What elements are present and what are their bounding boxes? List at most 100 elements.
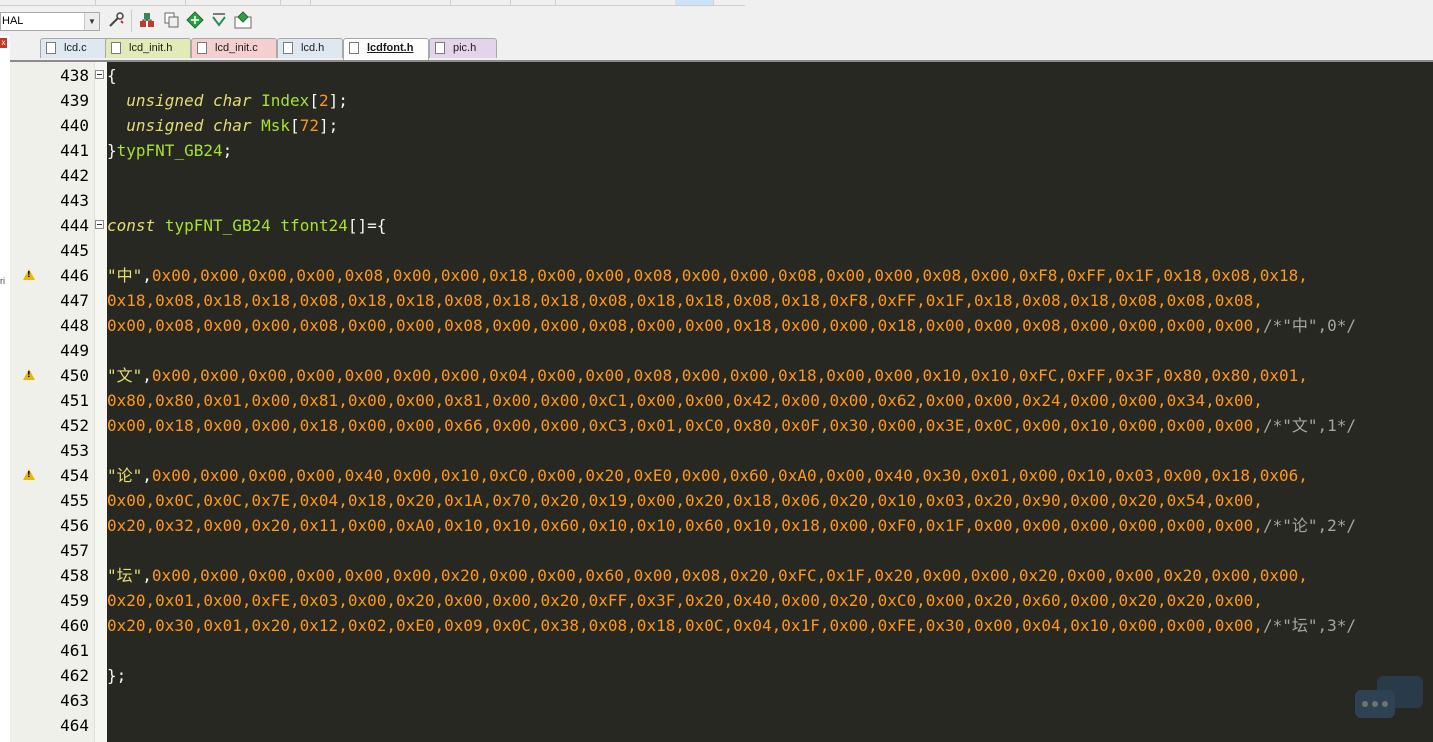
code-token: tfont24 (280, 216, 348, 235)
code-line[interactable]: 454 "论",0x00,0x00,0x00,0x00,0x40,0x00,0x1… (10, 463, 1433, 488)
tab-lcd-init-h[interactable]: lcd_init.h (105, 38, 191, 58)
code-line[interactable]: 453 (10, 438, 1433, 463)
fold-toggle-icon[interactable] (95, 70, 104, 79)
line-number: 439 (60, 91, 89, 110)
line-number: 447 (60, 291, 89, 310)
code-line[interactable]: 449 (10, 338, 1433, 363)
tab-lcd-init-c[interactable]: lcd_init.c (191, 38, 277, 58)
code-line[interactable]: 458 "坛",0x00,0x00,0x00,0x00,0x00,0x00,0x2… (10, 563, 1433, 588)
code-text: }; (107, 663, 126, 688)
fold-toggle-icon[interactable] (95, 220, 104, 229)
code-line[interactable]: 447 0x18,0x08,0x18,0x18,0x08,0x18,0x18,0x… (10, 288, 1433, 313)
code-line[interactable]: 463 (10, 688, 1433, 713)
tab-label: lcdfont.h (367, 42, 414, 54)
target-select[interactable]: HAL ▼ (0, 12, 100, 31)
code-line[interactable]: 448 0x00,0x08,0x00,0x00,0x08,0x00,0x00,0x… (10, 313, 1433, 338)
code-text: "中",0x00,0x00,0x00,0x00,0x08,0x00,0x00,0… (107, 263, 1308, 288)
code-text: unsigned char Msk[72]; (107, 113, 338, 138)
code-token: 0x00,0x00,0x00,0x00,0x08,0x00,0x00,0x18,… (151, 266, 1308, 285)
line-number: 445 (60, 241, 89, 260)
code-token: 0x18,0x08,0x18,0x18,0x08,0x18,0x18,0x08,… (107, 291, 1263, 310)
wrench-icon[interactable] (107, 11, 125, 29)
code-line[interactable]: 442 (10, 163, 1433, 188)
code-line[interactable]: 444 const typFNT_GB24 tfont24[]={ (10, 213, 1433, 238)
tab-lcd-h[interactable]: lcd.h (277, 38, 343, 58)
code-token: "文" (107, 366, 143, 385)
code-token: "论" (107, 466, 143, 485)
code-line[interactable]: 457 (10, 538, 1433, 563)
target-select-value: HAL (2, 15, 24, 27)
code-line[interactable]: 461 (10, 638, 1433, 663)
code-token: [ (309, 91, 319, 110)
code-line[interactable]: 459 0x20,0x01,0x00,0xFE,0x03,0x00,0x20,0x… (10, 588, 1433, 613)
code-line[interactable]: 452 0x00,0x18,0x00,0x00,0x18,0x00,0x00,0x… (10, 413, 1433, 438)
code-line[interactable]: 464 (10, 713, 1433, 738)
code-text: { (107, 63, 117, 88)
code-line[interactable]: 462}; (10, 663, 1433, 688)
line-number: 451 (60, 391, 89, 410)
code-line[interactable]: 451 0x80,0x80,0x01,0x00,0x81,0x00,0x00,0x… (10, 388, 1433, 413)
toolbar-separator (131, 10, 132, 32)
code-line[interactable]: 440 unsigned char Msk[72]; (10, 113, 1433, 138)
code-text: "文",0x00,0x00,0x00,0x00,0x00,0x00,0x00,0… (107, 363, 1308, 388)
line-number: 448 (60, 316, 89, 335)
code-token: unsigned char (126, 116, 252, 135)
code-token: "中" (107, 266, 143, 285)
line-number: 460 (60, 616, 89, 635)
manage-components-icon[interactable] (234, 11, 252, 29)
line-number: 461 (60, 641, 89, 660)
code-token: ]; (318, 116, 339, 135)
code-line[interactable]: 455 0x00,0x0C,0x0C,0x7E,0x04,0x18,0x20,0x… (10, 488, 1433, 513)
line-number: 443 (60, 191, 89, 210)
line-number: 453 (60, 441, 89, 460)
copy-icon[interactable] (162, 11, 180, 29)
code-text: "坛",0x00,0x00,0x00,0x00,0x00,0x00,0x20,0… (107, 563, 1308, 588)
code-text: unsigned char Index[2]; (107, 88, 348, 113)
file-icon (435, 42, 445, 54)
line-number: 449 (60, 341, 89, 360)
code-token: 0x20,0x32,0x00,0x20,0x11,0x00,0xA0,0x10,… (107, 516, 1263, 535)
close-icon[interactable]: x (0, 38, 7, 48)
tab-lcdfont-h[interactable]: lcdfont.h (343, 38, 429, 60)
tab-label: lcd_init.h (129, 42, 173, 54)
code-token: ]; (328, 91, 348, 110)
code-line[interactable]: 443 (10, 188, 1433, 213)
tab-pic-h[interactable]: pic.h (429, 38, 497, 58)
code-editor[interactable]: 438{439 unsigned char Index[2]; 440 unsig… (10, 62, 1433, 742)
code-line[interactable]: 450 "文",0x00,0x00,0x00,0x00,0x00,0x00,0x0… (10, 363, 1433, 388)
code-line[interactable]: 456 0x20,0x32,0x00,0x20,0x11,0x00,0xA0,0x… (10, 513, 1433, 538)
code-text: 0x00,0x0C,0x0C,0x7E,0x04,0x18,0x20,0x1A,… (107, 488, 1263, 513)
code-token: ; (222, 141, 233, 160)
line-number: 458 (60, 566, 89, 585)
code-line[interactable]: 445 (10, 238, 1433, 263)
line-number: 450 (60, 366, 89, 385)
code-text: 0x20,0x01,0x00,0xFE,0x03,0x00,0x20,0x00,… (107, 588, 1263, 613)
code-token: /*"坛",3*/ (1262, 616, 1357, 635)
top-toolbar-strip (0, 0, 745, 6)
file-icon (349, 42, 359, 54)
code-line[interactable]: 441}typFNT_GB24; (10, 138, 1433, 163)
code-token: }; (107, 666, 127, 685)
code-line[interactable]: 446 "中",0x00,0x00,0x00,0x00,0x08,0x00,0x0… (10, 263, 1433, 288)
code-line[interactable]: 439 unsigned char Index[2]; (10, 88, 1433, 113)
arrow-icon[interactable] (210, 11, 228, 29)
diamond-icon[interactable] (186, 11, 204, 29)
file-icon (111, 42, 121, 54)
project-pane-fragment: ri (0, 276, 5, 286)
code-text: "论",0x00,0x00,0x00,0x00,0x40,0x00,0x10,0… (107, 463, 1308, 488)
code-token: 0x20,0x30,0x01,0x20,0x12,0x02,0xE0,0x09,… (107, 616, 1263, 635)
code-text: 0x18,0x08,0x18,0x18,0x08,0x18,0x18,0x08,… (107, 288, 1263, 313)
manage-run-icon[interactable] (138, 11, 156, 29)
chevron-down-icon[interactable]: ▼ (84, 13, 99, 30)
line-number: 438 (60, 66, 89, 85)
code-token: Index (261, 91, 310, 110)
code-token: , (142, 366, 152, 385)
code-line[interactable]: 460 0x20,0x30,0x01,0x20,0x12,0x02,0xE0,0x… (10, 613, 1433, 638)
code-token: 0x80,0x80,0x01,0x00,0x81,0x00,0x00,0x81,… (107, 391, 1263, 410)
line-number: 444 (60, 216, 89, 235)
line-number: 462 (60, 666, 89, 685)
code-line[interactable]: 438 { (10, 63, 1433, 88)
line-number: 440 (60, 116, 89, 135)
